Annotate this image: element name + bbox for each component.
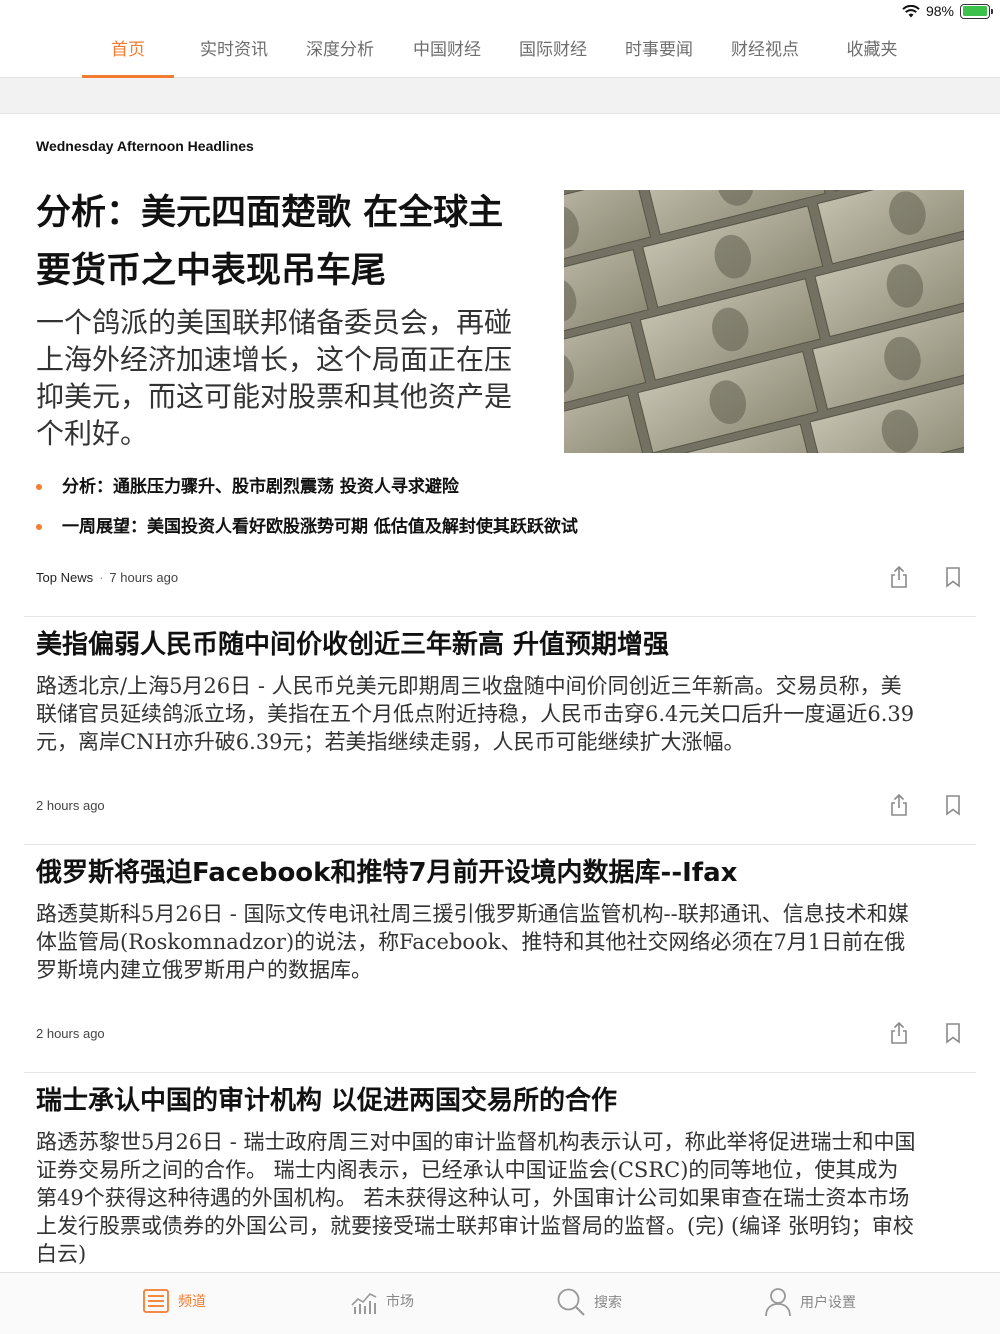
lead-story-title[interactable]: 分析：美元四面楚歌 在全球主要货币之中表现吊车尾 [36,184,536,300]
share-icon[interactable] [888,793,910,817]
newspaper-icon [143,1289,169,1313]
divider [24,844,976,845]
story-title[interactable]: 瑞士承认中国的审计机构 以促进两国交易所的合作 [36,1083,956,1119]
bottom-tab-user-settings[interactable]: 用户设置 [764,1287,856,1317]
dollar-bills-illustration [564,190,964,453]
battery-icon [960,3,993,19]
bottom-tab-bar: 频道 市场 搜索 用户设置 [0,1272,1000,1334]
story-time: 2 hours ago [36,1026,105,1041]
story-title[interactable]: 美指偏弱人民币随中间价收创近三年新高 升值预期增强 [36,627,956,663]
story-summary[interactable]: 路透苏黎世5月26日 - 瑞士政府周三对中国的审计监督机构表示认可，称此举将促进… [36,1128,916,1268]
bullet-dot-icon [36,524,42,530]
story-summary[interactable]: 路透莫斯科5月26日 - 国际文传电讯社周三援引俄罗斯通信监管机构--联邦通讯、… [36,900,916,984]
story-actions [888,793,964,817]
status-bar: 98% [0,0,1000,24]
divider [24,616,976,617]
tab-favorites[interactable]: 收藏夹 [826,24,918,78]
bottom-tab-channels[interactable]: 频道 [142,1287,206,1315]
tab-deep-analysis[interactable]: 深度分析 [294,24,386,78]
tab-intl-finance[interactable]: 国际财经 [507,24,599,78]
top-nav-tabs: 首页 实时资讯 深度分析 中国财经 国际财经 时事要闻 财经视点 收藏夹 [0,24,1000,78]
tab-home[interactable]: 首页 [82,24,174,78]
tab-finance-viewpoint[interactable]: 财经视点 [719,24,811,78]
story-source: Top News [36,570,94,585]
bottom-tab-search[interactable]: 搜索 [556,1287,622,1317]
story-time: 2 hours ago [36,798,105,813]
story-summary[interactable]: 路透北京/上海5月26日 - 人民币兑美元即期周三收盘随中间价同创近三年新高。交… [36,672,916,756]
related-links: 分析：通胀压力骤升、股市剧烈震荡 投资人寻求避险 一周展望：美国投资人看好欧股涨… [36,476,736,556]
story-meta: 2 hours ago [36,798,105,813]
news-feed[interactable]: Wednesday Afternoon Headlines 分析：美元四面楚歌 … [0,114,1000,1272]
related-link[interactable]: 分析：通胀压力骤升、股市剧烈震荡 投资人寻求避险 [36,476,736,498]
lead-story-summary[interactable]: 一个鸽派的美国联邦储备委员会，再碰上海外经济加速增长，这个局面正在压抑美元，而这… [36,304,536,452]
bullet-dot-icon [36,484,42,490]
battery-percent: 98% [925,3,954,19]
tab-realtime-news[interactable]: 实时资讯 [188,24,280,78]
lead-story-actions [888,565,964,589]
bottom-tab-markets[interactable]: 市场 [350,1287,414,1315]
divider [24,1072,976,1073]
related-link[interactable]: 一周展望：美国投资人看好欧股涨势可期 低估值及解封使其跃跃欲试 [36,516,736,538]
tab-current-affairs[interactable]: 时事要闻 [613,24,705,78]
search-icon [557,1288,585,1316]
story-title[interactable]: 俄罗斯将强迫Facebook和推特7月前开设境内数据库--Ifax [36,855,956,891]
bookmark-icon[interactable] [942,565,964,589]
bookmark-icon[interactable] [942,1021,964,1045]
lead-story-meta: Top News · 7 hours ago [36,570,179,585]
bookmark-icon[interactable] [942,793,964,817]
market-chart-icon [351,1293,377,1314]
gray-spacer-band [0,78,1000,114]
story-time: 7 hours ago [109,570,179,585]
lead-story-image[interactable] [564,190,964,453]
status-indicators: 98% [902,3,993,19]
user-icon [765,1288,791,1317]
story-actions [888,1021,964,1045]
section-title: Wednesday Afternoon Headlines [36,138,254,154]
share-icon[interactable] [888,565,910,589]
share-icon[interactable] [888,1021,910,1045]
story-meta: 2 hours ago [36,1026,105,1041]
wifi-icon [902,4,920,17]
tab-china-finance[interactable]: 中国财经 [401,24,493,78]
